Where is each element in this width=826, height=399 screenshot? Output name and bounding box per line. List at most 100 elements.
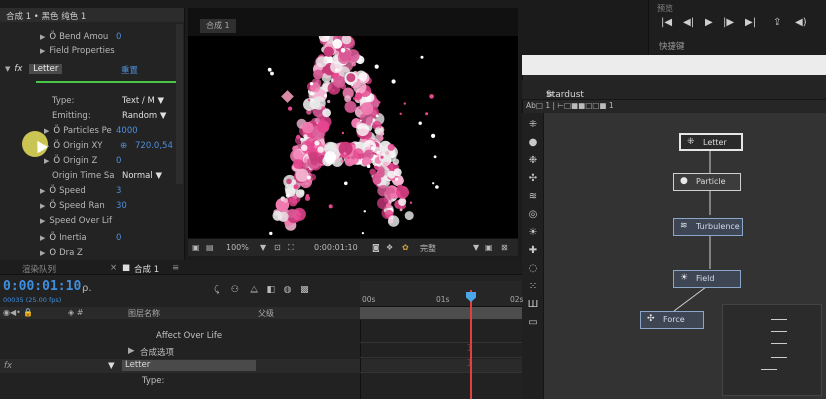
keyframe-icon[interactable]: ⌶ (467, 344, 472, 354)
emitter-tool-icon[interactable]: ⁜ (527, 119, 539, 131)
resolution-icon[interactable]: ⊡ (274, 243, 281, 252)
stopwatch-icon[interactable]: Ö (49, 32, 56, 42)
last-frame-icon[interactable]: ▶| (745, 17, 756, 28)
expand-arrow-icon[interactable]: ▶ (40, 187, 45, 195)
color-wheel-icon[interactable]: ✿ (402, 243, 409, 252)
replica-tool-icon[interactable]: ❉ (527, 155, 539, 167)
crosshair-icon[interactable]: ⊕ (120, 141, 127, 151)
param-row[interactable]: ▶ Ö Dra Z (40, 248, 83, 258)
bend-amount-row[interactable]: ▶ Ö Bend Amou 0 (40, 32, 121, 45)
param-value[interactable]: 0 (116, 233, 121, 243)
expand-arrow-icon[interactable]: ▶ (44, 127, 49, 135)
draft-3d-icon[interactable]: ⤹ (214, 285, 219, 295)
rectangle-tool-icon[interactable]: ▭ (527, 317, 539, 329)
param-value[interactable]: 30 (116, 201, 127, 211)
audio-icon[interactable]: ◀) (795, 17, 807, 28)
collapse-arrow-icon[interactable]: ▼ (5, 65, 10, 73)
comp-flowchart-icon[interactable]: ▩ (300, 285, 309, 295)
field-tool-icon[interactable]: ☀ (527, 227, 539, 239)
turbulence-tool-icon[interactable]: ≋ (527, 191, 539, 203)
param-row[interactable]: ▶ Ö Origin Z 0 (44, 156, 121, 169)
expand-arrow-icon[interactable]: ▶ (40, 217, 45, 225)
graph-editor-icon[interactable]: ◍ (284, 285, 292, 295)
channel-icon[interactable]: ❖ (386, 243, 393, 252)
param-row[interactable]: ▶ Ö Speed 3 (40, 186, 121, 199)
play-icon[interactable]: ▶ (705, 17, 713, 28)
next-frame-icon[interactable]: |▶ (723, 17, 734, 28)
panel-menu-icon[interactable]: ≡ (546, 90, 554, 100)
expand-arrow-icon[interactable]: ▶ (44, 157, 49, 165)
param-row[interactable]: ▶ Ö Particles Pe 4000 (44, 126, 138, 139)
field-properties-row[interactable]: ▶ Field Properties (40, 46, 115, 59)
fx-header-row[interactable]: ▼ fx Letter 重置 (5, 64, 138, 77)
display-icon[interactable]: ▤ (206, 243, 214, 252)
effect-controls-scrollbar[interactable] (176, 24, 183, 184)
param-value[interactable]: 3 (116, 186, 121, 196)
snapshot-icon[interactable]: ▣ (192, 243, 200, 252)
camera-icon[interactable]: ◙ (372, 243, 380, 252)
expand-arrow-icon[interactable]: ▶ (40, 47, 45, 55)
stopwatch-icon[interactable]: Ö (49, 233, 56, 243)
layer-effect-name[interactable]: Letter (122, 360, 256, 371)
expand-arrow-icon[interactable]: ▶ (40, 234, 45, 242)
zoom-dropdown[interactable]: 100% (226, 243, 249, 252)
timeline-track-area[interactable] (360, 320, 522, 399)
close-icon[interactable]: × (110, 263, 117, 273)
time-ruler[interactable]: 00s 01s 02s (360, 281, 523, 307)
region-icon[interactable]: ⛶ (288, 243, 294, 253)
motion-blur-icon[interactable]: ◧ (267, 285, 276, 295)
stopwatch-icon[interactable]: Ö (49, 201, 56, 211)
collapse-arrow-icon[interactable]: ▼ (108, 361, 115, 371)
type-dropdown[interactable]: Text / M ▼ (122, 96, 164, 106)
param-value[interactable]: 0 (116, 32, 121, 42)
param-row[interactable]: Type: Text / M ▼ (52, 96, 164, 109)
timeline-timecode[interactable]: 0:00:01:10 (3, 279, 81, 294)
panel-menu-icon[interactable]: ≡ (172, 263, 179, 273)
search-icon[interactable]: ρ. (82, 283, 92, 294)
stardust-subtabs[interactable]: Ab□ 1 | ⊢□■■□□■ 1 (526, 101, 614, 110)
dropdown-arrow-icon[interactable]: ▼ (473, 243, 479, 252)
viewer-comp-tab[interactable]: 合成 1 (200, 19, 236, 33)
origin-time-dropdown[interactable]: Normal ▼ (122, 171, 162, 181)
first-frame-icon[interactable]: |◀ (661, 17, 672, 28)
node-field[interactable]: ☀ Field (673, 270, 741, 288)
loop-icon[interactable]: ⇪ (773, 17, 781, 28)
force-tool-icon[interactable]: ✣ (527, 173, 539, 185)
reset-link[interactable]: 重置 (121, 64, 138, 76)
keyframe-icon[interactable]: ⌶ (467, 359, 472, 369)
fx-name[interactable]: Letter (29, 64, 63, 74)
param-row[interactable]: Emitting: Random ▼ (52, 111, 166, 124)
tab-render-queue[interactable]: 渲染队列 (22, 263, 56, 275)
param-value[interactable]: 720.0,54 (135, 141, 173, 151)
expand-arrow-icon[interactable]: ▶ (128, 346, 135, 356)
node-turbulence[interactable]: ≋ Turbulence (673, 218, 743, 236)
stopwatch-icon[interactable]: Ö (53, 126, 60, 136)
toggle-view-icon[interactable]: ▣ (485, 243, 493, 252)
stopwatch-icon[interactable]: Ö (53, 156, 60, 166)
composition-canvas[interactable] (188, 30, 518, 240)
dropdown-arrow-icon[interactable]: ▼ (260, 243, 266, 252)
param-row[interactable]: ▶ Ö Inertia 0 (40, 233, 121, 246)
expand-arrow-icon[interactable]: ▶ (40, 33, 45, 41)
add-tool-icon[interactable]: ✚ (527, 245, 539, 257)
quality-dropdown[interactable]: 完整 (420, 243, 436, 254)
work-area-bar[interactable] (360, 307, 522, 319)
av-switches-icon[interactable]: ◉◀• 🔒 (3, 308, 33, 317)
node-letter[interactable]: ⁜ Letter (679, 133, 743, 151)
model-tool-icon[interactable]: ⁙ (527, 281, 539, 293)
expand-arrow-icon[interactable]: ▶ (40, 249, 45, 257)
fast-preview-icon[interactable]: ⊠ (501, 243, 508, 252)
particle-tool-icon[interactable]: ● (527, 137, 539, 149)
emitting-dropdown[interactable]: Random ▼ (122, 111, 166, 121)
tab-comp-1[interactable]: 合成 1 (134, 263, 159, 275)
param-value[interactable]: 0 (116, 156, 121, 166)
node-particle[interactable]: ● Particle (673, 173, 741, 191)
param-row[interactable]: ▶ÖOrigin XY⊕720.0,54 (44, 141, 173, 154)
graph-tool-icon[interactable]: Ш (527, 299, 539, 311)
param-row[interactable]: ▶ Speed Over Lif (40, 216, 112, 229)
shape-tool-icon[interactable]: ◎ (527, 209, 539, 221)
node-force[interactable]: ✣ Force (640, 311, 704, 329)
param-row[interactable]: ▶ Ö Speed Ran 30 (40, 201, 127, 214)
shy-icon[interactable]: ⚇ (231, 285, 239, 295)
stopwatch-icon[interactable]: Ö (53, 141, 60, 151)
